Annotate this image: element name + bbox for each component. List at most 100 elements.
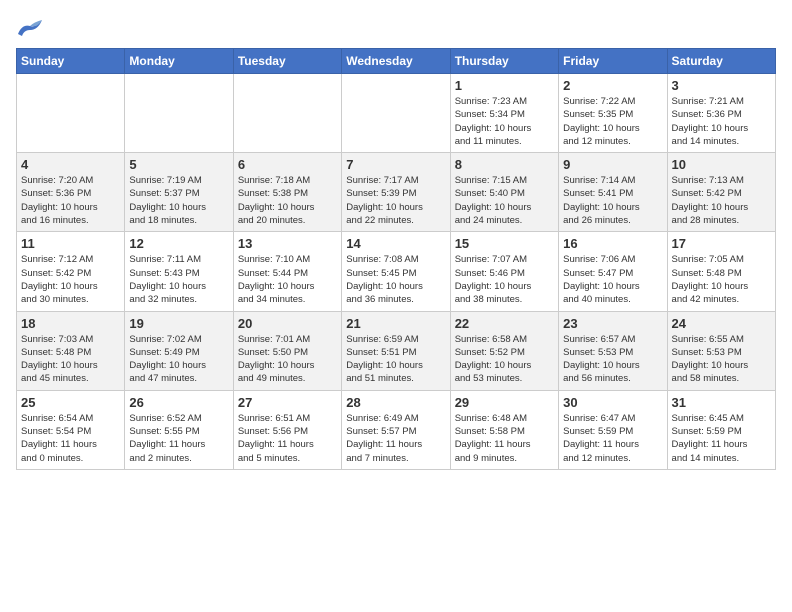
calendar-cell: 18 Sunrise: 7:03 AM Sunset: 5:48 PM Dayli… [17, 311, 125, 390]
day-number: 23 [563, 316, 662, 331]
day-info: Sunrise: 7:08 AM Sunset: 5:45 PM Dayligh… [346, 253, 445, 306]
day-info: Sunrise: 6:52 AM Sunset: 5:55 PM Dayligh… [129, 412, 228, 465]
calendar-cell: 13 Sunrise: 7:10 AM Sunset: 5:44 PM Dayli… [233, 232, 341, 311]
page-header [16, 16, 776, 38]
day-number: 20 [238, 316, 337, 331]
calendar-cell: 21 Sunrise: 6:59 AM Sunset: 5:51 PM Dayli… [342, 311, 450, 390]
calendar-header-row: SundayMondayTuesdayWednesdayThursdayFrid… [17, 49, 776, 74]
day-info: Sunrise: 6:55 AM Sunset: 5:53 PM Dayligh… [672, 333, 771, 386]
calendar-cell: 22Sunrise: 6:58 AM Sunset: 5:52 PM Dayli… [450, 311, 558, 390]
day-number: 27 [238, 395, 337, 410]
calendar-header-sunday: Sunday [17, 49, 125, 74]
calendar-cell: 2 Sunrise: 7:22 AM Sunset: 5:35 PM Daylig… [559, 74, 667, 153]
calendar-header-saturday: Saturday [667, 49, 775, 74]
calendar-cell: 17 Sunrise: 7:05 AM Sunset: 5:48 PM Dayli… [667, 232, 775, 311]
calendar-cell: 6 Sunrise: 7:18 AM Sunset: 5:38 PM Daylig… [233, 153, 341, 232]
calendar-cell: 5 Sunrise: 7:19 AM Sunset: 5:37 PM Daylig… [125, 153, 233, 232]
day-info: Sunrise: 7:15 AM Sunset: 5:40 PM Dayligh… [455, 174, 554, 227]
calendar-cell: 1 Sunrise: 7:23 AM Sunset: 5:34 PM Daylig… [450, 74, 558, 153]
day-info: Sunrise: 6:59 AM Sunset: 5:51 PM Dayligh… [346, 333, 445, 386]
calendar-week-row: 1 Sunrise: 7:23 AM Sunset: 5:34 PM Daylig… [17, 74, 776, 153]
day-info: Sunrise: 6:57 AM Sunset: 5:53 PM Dayligh… [563, 333, 662, 386]
day-number: 26 [129, 395, 228, 410]
day-info: Sunrise: 7:12 AM Sunset: 5:42 PM Dayligh… [21, 253, 120, 306]
calendar-cell [233, 74, 341, 153]
day-info: Sunrise: 6:54 AM Sunset: 5:54 PM Dayligh… [21, 412, 120, 465]
day-number: 10 [672, 157, 771, 172]
day-info: Sunrise: 7:05 AM Sunset: 5:48 PM Dayligh… [672, 253, 771, 306]
logo-icon [16, 16, 44, 38]
day-info: Sunrise: 7:13 AM Sunset: 5:42 PM Dayligh… [672, 174, 771, 227]
calendar-cell: 9 Sunrise: 7:14 AM Sunset: 5:41 PM Daylig… [559, 153, 667, 232]
day-info: Sunrise: 7:03 AM Sunset: 5:48 PM Dayligh… [21, 333, 120, 386]
calendar-header-monday: Monday [125, 49, 233, 74]
day-number: 28 [346, 395, 445, 410]
day-info: Sunrise: 7:20 AM Sunset: 5:36 PM Dayligh… [21, 174, 120, 227]
day-number: 24 [672, 316, 771, 331]
calendar-cell: 31 Sunrise: 6:45 AM Sunset: 5:59 PM Dayli… [667, 390, 775, 469]
day-number: 17 [672, 236, 771, 251]
day-number: 30 [563, 395, 662, 410]
day-number: 1 [455, 78, 554, 93]
day-info: Sunrise: 7:21 AM Sunset: 5:36 PM Dayligh… [672, 95, 771, 148]
calendar-cell: 29Sunrise: 6:48 AM Sunset: 5:58 PM Dayli… [450, 390, 558, 469]
calendar-header-wednesday: Wednesday [342, 49, 450, 74]
calendar-cell: 7 Sunrise: 7:17 AM Sunset: 5:39 PM Daylig… [342, 153, 450, 232]
day-info: Sunrise: 7:22 AM Sunset: 5:35 PM Dayligh… [563, 95, 662, 148]
day-info: Sunrise: 6:49 AM Sunset: 5:57 PM Dayligh… [346, 412, 445, 465]
day-number: 7 [346, 157, 445, 172]
day-number: 3 [672, 78, 771, 93]
day-number: 29 [455, 395, 554, 410]
day-info: Sunrise: 6:45 AM Sunset: 5:59 PM Dayligh… [672, 412, 771, 465]
day-info: Sunrise: 7:23 AM Sunset: 5:34 PM Dayligh… [455, 95, 554, 148]
calendar-cell: 12Sunrise: 7:11 AM Sunset: 5:43 PM Dayli… [125, 232, 233, 311]
day-info: Sunrise: 7:07 AM Sunset: 5:46 PM Dayligh… [455, 253, 554, 306]
calendar-cell: 10 Sunrise: 7:13 AM Sunset: 5:42 PM Dayli… [667, 153, 775, 232]
calendar-cell [17, 74, 125, 153]
calendar-cell [342, 74, 450, 153]
day-number: 19 [129, 316, 228, 331]
day-number: 15 [455, 236, 554, 251]
day-number: 21 [346, 316, 445, 331]
day-info: Sunrise: 7:17 AM Sunset: 5:39 PM Dayligh… [346, 174, 445, 227]
calendar-cell [125, 74, 233, 153]
day-number: 16 [563, 236, 662, 251]
logo [16, 16, 48, 38]
day-info: Sunrise: 6:58 AM Sunset: 5:52 PM Dayligh… [455, 333, 554, 386]
day-info: Sunrise: 7:18 AM Sunset: 5:38 PM Dayligh… [238, 174, 337, 227]
calendar-cell: 28 Sunrise: 6:49 AM Sunset: 5:57 PM Dayli… [342, 390, 450, 469]
day-info: Sunrise: 7:19 AM Sunset: 5:37 PM Dayligh… [129, 174, 228, 227]
day-info: Sunrise: 7:14 AM Sunset: 5:41 PM Dayligh… [563, 174, 662, 227]
day-number: 12 [129, 236, 228, 251]
day-info: Sunrise: 6:51 AM Sunset: 5:56 PM Dayligh… [238, 412, 337, 465]
day-number: 31 [672, 395, 771, 410]
calendar-cell: 8 Sunrise: 7:15 AM Sunset: 5:40 PM Daylig… [450, 153, 558, 232]
calendar-table: SundayMondayTuesdayWednesdayThursdayFrid… [16, 48, 776, 470]
day-number: 14 [346, 236, 445, 251]
day-number: 8 [455, 157, 554, 172]
calendar-cell: 24 Sunrise: 6:55 AM Sunset: 5:53 PM Dayli… [667, 311, 775, 390]
day-number: 11 [21, 236, 120, 251]
day-number: 5 [129, 157, 228, 172]
calendar-cell: 30 Sunrise: 6:47 AM Sunset: 5:59 PM Dayli… [559, 390, 667, 469]
day-number: 18 [21, 316, 120, 331]
calendar-week-row: 4Sunrise: 7:20 AM Sunset: 5:36 PM Daylig… [17, 153, 776, 232]
day-info: Sunrise: 7:02 AM Sunset: 5:49 PM Dayligh… [129, 333, 228, 386]
calendar-cell: 27 Sunrise: 6:51 AM Sunset: 5:56 PM Dayli… [233, 390, 341, 469]
calendar-cell: 19 Sunrise: 7:02 AM Sunset: 5:49 PM Dayli… [125, 311, 233, 390]
day-number: 13 [238, 236, 337, 251]
calendar-header-friday: Friday [559, 49, 667, 74]
day-number: 6 [238, 157, 337, 172]
day-info: Sunrise: 7:06 AM Sunset: 5:47 PM Dayligh… [563, 253, 662, 306]
calendar-cell: 20Sunrise: 7:01 AM Sunset: 5:50 PM Dayli… [233, 311, 341, 390]
calendar-cell: 26 Sunrise: 6:52 AM Sunset: 5:55 PM Dayli… [125, 390, 233, 469]
calendar-cell: 11 Sunrise: 7:12 AM Sunset: 5:42 PM Dayli… [17, 232, 125, 311]
calendar-header-tuesday: Tuesday [233, 49, 341, 74]
day-info: Sunrise: 6:47 AM Sunset: 5:59 PM Dayligh… [563, 412, 662, 465]
day-number: 9 [563, 157, 662, 172]
day-number: 2 [563, 78, 662, 93]
calendar-cell: 23 Sunrise: 6:57 AM Sunset: 5:53 PM Dayli… [559, 311, 667, 390]
calendar-header-thursday: Thursday [450, 49, 558, 74]
day-info: Sunrise: 7:10 AM Sunset: 5:44 PM Dayligh… [238, 253, 337, 306]
calendar-week-row: 18 Sunrise: 7:03 AM Sunset: 5:48 PM Dayli… [17, 311, 776, 390]
